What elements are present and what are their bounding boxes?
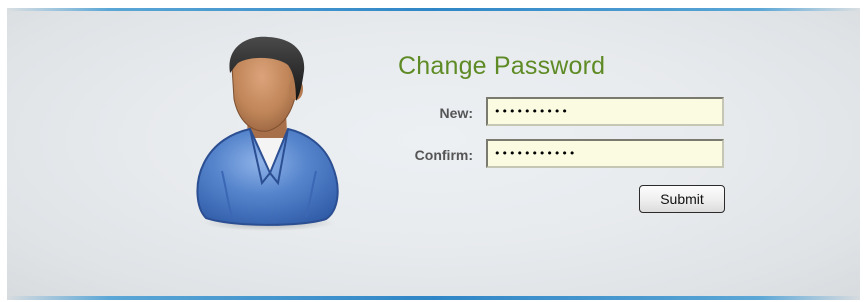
new-password-field[interactable] xyxy=(486,97,724,126)
new-password-label: New: xyxy=(439,105,473,121)
top-accent-bar xyxy=(7,8,860,11)
bottom-accent-bar xyxy=(7,296,860,300)
submit-button[interactable]: Submit xyxy=(639,185,725,213)
confirm-password-field[interactable] xyxy=(486,139,724,168)
change-password-panel: Change Password New: Confirm: Submit xyxy=(7,8,860,300)
confirm-password-label: Confirm: xyxy=(414,147,473,163)
user-avatar-icon xyxy=(196,36,339,231)
page-title: Change Password xyxy=(398,52,606,80)
